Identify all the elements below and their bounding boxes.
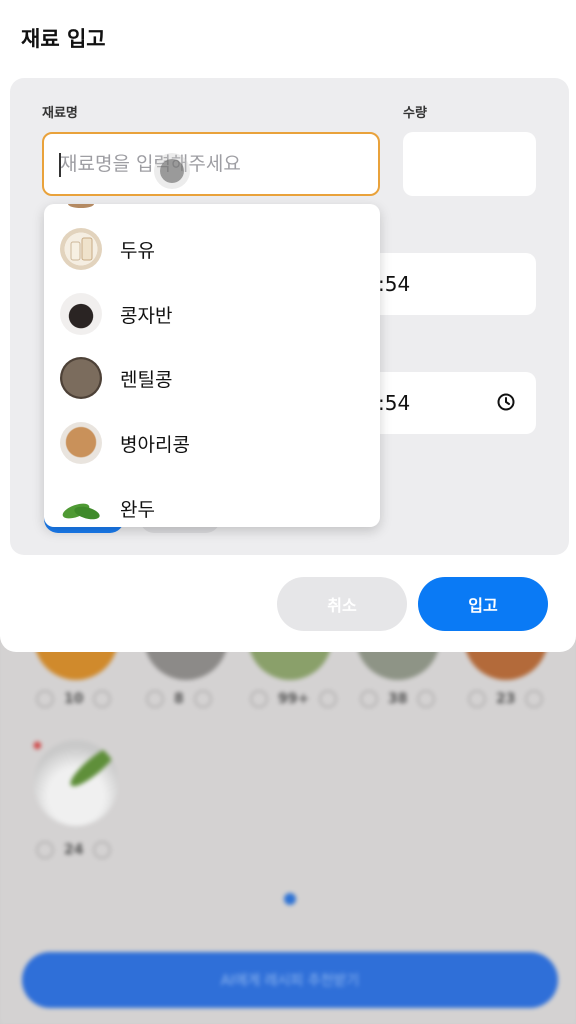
clock-icon[interactable] (496, 392, 516, 412)
date-time-value: :54 (378, 272, 411, 296)
recipe-cta-label: AI에게 레시피 추천받기 (220, 973, 360, 989)
soy-milk-icon (60, 228, 102, 270)
bg-stepper: 99+ (250, 690, 338, 708)
modal-title: 재료 입고 (21, 27, 106, 51)
date-time-field[interactable]: :54 (360, 372, 536, 434)
date-time-value: :54 (378, 391, 411, 415)
quantity-input[interactable] (403, 132, 536, 196)
minus-icon (36, 690, 54, 708)
minus-icon (468, 690, 486, 708)
plus-icon (93, 841, 112, 859)
suggestion-label: 콩자반 (120, 304, 173, 327)
peas-icon (60, 487, 102, 527)
bg-new-badge-icon: ● (33, 740, 42, 751)
confirm-stock-in-button[interactable]: 입고 (418, 577, 548, 631)
lentils-icon (60, 357, 102, 399)
plus-icon (193, 690, 212, 708)
suggestion-label: 완두 (120, 498, 155, 521)
suggestion-item[interactable]: 콩자반 (44, 283, 380, 345)
suggestion-label: 렌틸콩 (120, 368, 173, 391)
recipe-cta-button: AI에게 레시피 추천받기 (22, 952, 558, 1008)
bg-stepper-value: 38 (388, 691, 408, 707)
minus-icon (36, 841, 54, 859)
plus-icon (525, 690, 544, 708)
minus-icon (250, 690, 268, 708)
text-caret (59, 153, 61, 177)
suggestion-label: 두유 (120, 239, 155, 262)
partial-item-thumb (68, 204, 94, 208)
suggestion-item[interactable]: 렌틸콩 (44, 347, 380, 409)
bg-stepper: 23 (468, 690, 544, 708)
bg-stepper-value: 99+ (278, 691, 310, 707)
suggestion-label: 병아리콩 (120, 433, 190, 456)
bg-item-thumb (34, 740, 118, 826)
suggestion-item[interactable]: 두유 (44, 218, 380, 280)
plus-icon (93, 690, 112, 708)
chickpeas-icon (60, 422, 102, 464)
bg-stepper: 38 (360, 690, 436, 708)
cancel-button[interactable]: 취소 (277, 577, 407, 631)
bg-stepper-value: 23 (496, 691, 516, 707)
bg-stepper-value: 10 (64, 691, 84, 707)
stock-in-modal: 재료 입고 재료명 수량 :54 :54 두유 콩자반 (0, 0, 576, 652)
minus-icon (146, 690, 164, 708)
bg-stepper-value: 24 (64, 842, 84, 858)
date-time-field[interactable]: :54 (360, 253, 536, 315)
suggestion-item[interactable]: 병아리콩 (44, 412, 380, 474)
braised-black-beans-icon (60, 293, 102, 335)
bg-stepper: 24 (36, 841, 112, 859)
bg-stepper: 10 (36, 690, 112, 708)
touch-indicator (160, 159, 184, 183)
minus-icon (360, 690, 378, 708)
page-indicator-dot (284, 893, 296, 905)
ingredient-name-label: 재료명 (42, 106, 78, 121)
plus-icon (319, 690, 338, 708)
bg-leaf-shape (65, 740, 118, 792)
bg-stepper: 8 (146, 690, 212, 708)
suggestion-item[interactable]: 완두 (44, 477, 380, 527)
ingredient-suggestions-dropdown: 두유 콩자반 렌틸콩 병아리콩 완두 (44, 204, 380, 527)
quantity-label: 수량 (403, 106, 427, 121)
ingredient-name-input[interactable] (42, 132, 380, 196)
plus-icon (417, 690, 436, 708)
bg-stepper-value: 8 (174, 691, 184, 707)
